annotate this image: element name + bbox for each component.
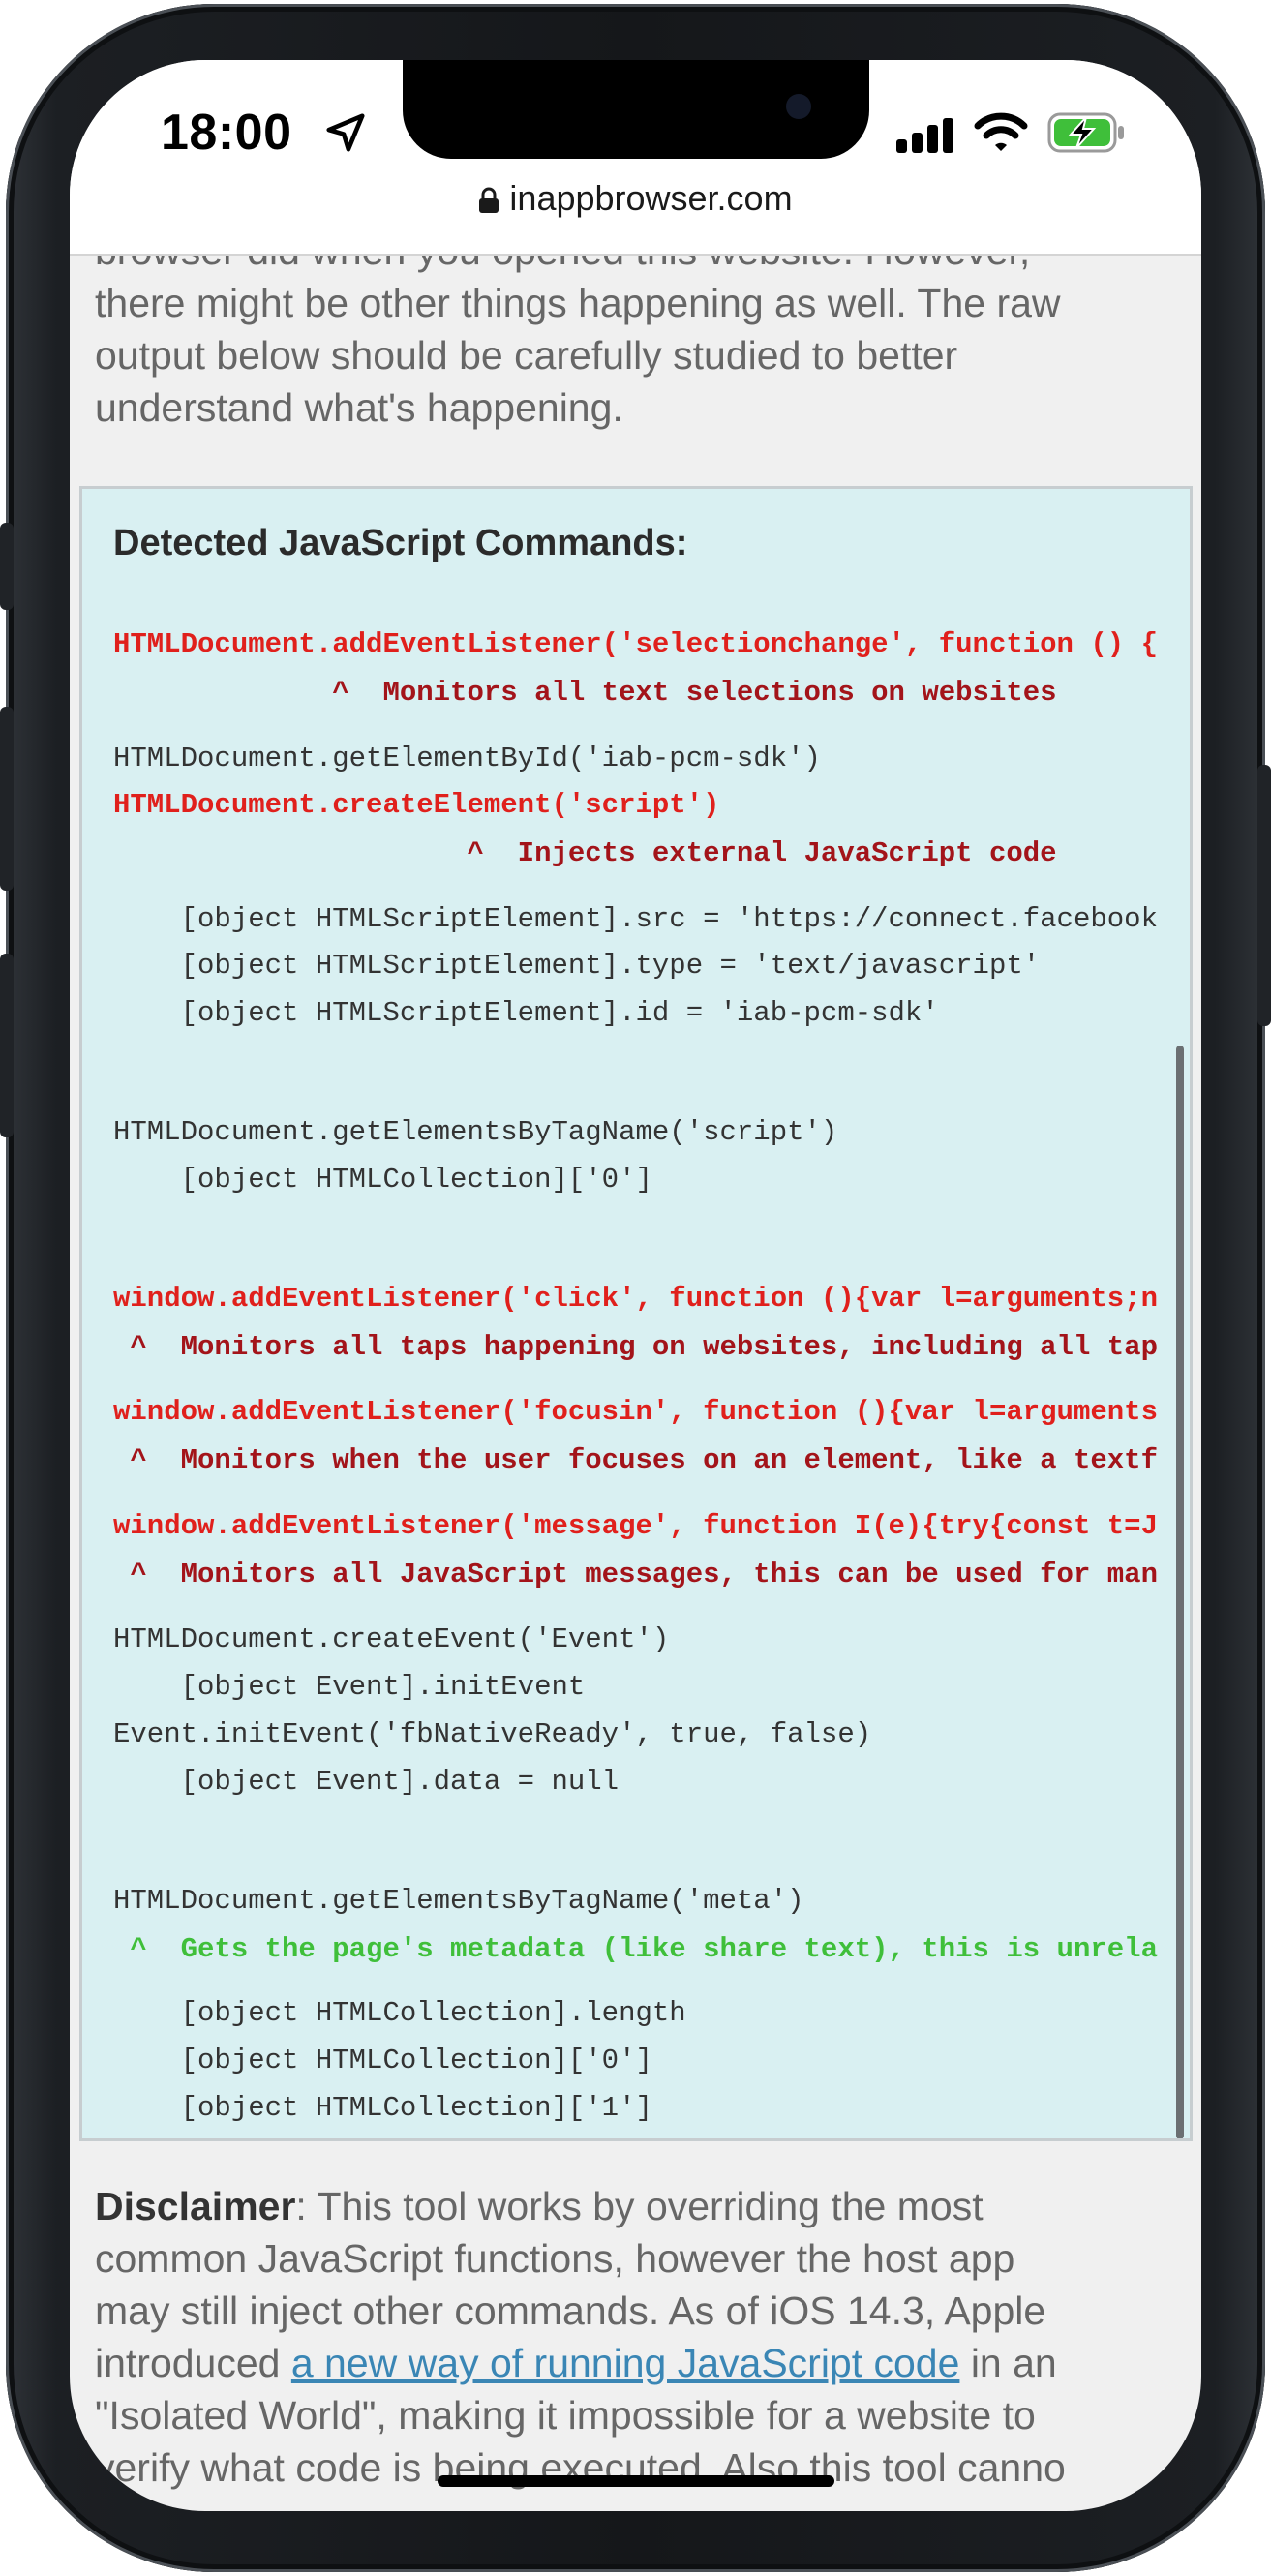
volume-down-button (0, 954, 14, 1137)
code-line-command: window.addEventListener('message', funct… (113, 1510, 1158, 1542)
camera-notch (403, 60, 869, 159)
intro-line: understand what's happening. (95, 385, 623, 430)
disclaimer-text: introduced (95, 2341, 291, 2385)
code-line: HTMLDocument.getElementById('iab-pcm-sdk… (113, 742, 821, 774)
code-line-note: ^ Monitors when the user focuses on an e… (113, 1444, 1158, 1476)
disclaimer-line: "Isolated World", making it impossible f… (95, 2393, 1036, 2438)
js-commands-title: Detected JavaScript Commands: (113, 523, 688, 563)
disclaimer-text: : This tool works by overriding the most (295, 2184, 984, 2228)
code-line-note: ^ Monitors all JavaScript messages, this… (113, 1559, 1158, 1591)
code-line-note: ^ Injects external JavaScript code (113, 837, 1057, 869)
intro-line: output below should be carefully studied… (95, 333, 958, 378)
code-line: [object HTMLCollection]['0'] (113, 1164, 652, 1196)
volume-up-button (0, 707, 14, 891)
code-line: [object HTMLScriptElement].src = 'https:… (113, 903, 1158, 935)
intro-paragraph: browser did when you opened this website… (95, 225, 1179, 434)
cellular-signal-icon (896, 118, 953, 153)
home-indicator[interactable] (438, 2475, 834, 2487)
code-line-command: HTMLDocument.addEventListener('selection… (113, 628, 1158, 660)
code-line: [object Event].initEvent (113, 1671, 586, 1703)
code-line-command: window.addEventListener('click', functio… (113, 1283, 1158, 1315)
code-line-note: ^ Monitors all taps happening on website… (113, 1331, 1158, 1363)
code-line: HTMLDocument.createEvent('Event') (113, 1623, 670, 1655)
code-line: [object HTMLScriptElement].id = 'iab-pcm… (113, 997, 939, 1029)
code-line: [object Event].data = null (113, 1766, 620, 1798)
url-bar[interactable]: inappbrowser.com (70, 178, 1201, 219)
code-line-note-green: ^ Gets the page's metadata (like share t… (113, 1933, 1158, 1965)
power-button (1257, 765, 1271, 1026)
status-time: 18:00 (161, 105, 292, 161)
intro-line: there might be other things happening as… (95, 281, 1061, 325)
front-camera (786, 94, 811, 119)
disclaimer-line: may still inject other commands. As of i… (95, 2288, 1046, 2333)
code-line: [object HTMLCollection].length (113, 1997, 686, 2029)
code-line-command: HTMLDocument.createElement('script') (113, 789, 720, 821)
vertical-scrollbar[interactable] (1176, 1046, 1184, 2138)
code-line: [object HTMLCollection]['0'] (113, 2045, 652, 2076)
lock-icon (479, 188, 499, 214)
browser-top-bar: 18:00 inappbrowser.com (70, 60, 1201, 256)
code-line: HTMLDocument.getElementsByTagName('scrip… (113, 1116, 838, 1148)
javascript-commands-box[interactable]: Detected JavaScript Commands: HTMLDocume… (79, 486, 1193, 2141)
code-line-note: ^ Monitors all text selections on websit… (113, 677, 1057, 709)
disclaimer-line: introduced a new way of running JavaScri… (95, 2337, 1179, 2389)
wifi-icon (974, 112, 1028, 151)
code-line: Event.initEvent('fbNativeReady', true, f… (113, 1718, 872, 1750)
isolated-world-link[interactable]: a new way of running JavaScript code (291, 2341, 960, 2385)
battery-charging-icon (1047, 112, 1124, 153)
code-line-command: window.addEventListener('focusin', funct… (113, 1396, 1158, 1428)
silent-switch (0, 523, 14, 610)
disclaimer-line: common JavaScript functions, however the… (95, 2236, 1015, 2281)
disclaimer-label: Disclaimer (95, 2184, 296, 2228)
code-line: [object HTMLScriptElement].type = 'text/… (113, 950, 1041, 982)
phone-screen: browser did when you opened this website… (70, 60, 1201, 2511)
disclaimer-paragraph: Disclaimer: This tool works by overridin… (95, 2180, 1179, 2494)
disclaimer-text: in an (959, 2341, 1057, 2385)
disclaimer-line: Disclaimer: This tool works by overridin… (95, 2180, 1179, 2232)
url-domain: inappbrowser.com (509, 178, 793, 218)
webpage: browser did when you opened this website… (70, 60, 1201, 2511)
location-arrow-icon (326, 113, 365, 152)
code-line: HTMLDocument.getElementsByTagName('meta'… (113, 1885, 804, 1917)
code-line: [object HTMLCollection]['1'] (113, 2092, 652, 2124)
